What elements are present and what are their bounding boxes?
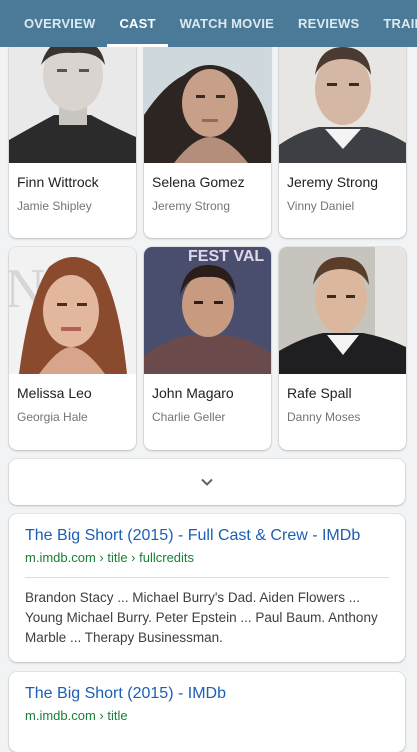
divider: [25, 577, 389, 578]
search-result: The Big Short (2015) - IMDb m.imdb.com ›…: [9, 672, 405, 752]
cast-row: Finn Wittrock Jamie Shipley Selena Gomez…: [9, 45, 409, 238]
cast-row: NC Melissa Leo Georgia Hale FEST VAL: [9, 247, 409, 450]
result-url: m.imdb.com › title: [25, 708, 128, 723]
actor-name: Selena Gomez: [152, 174, 245, 190]
actor-photo: NC: [9, 247, 136, 374]
tab-bar: OVERVIEW CAST WATCH MOVIE REVIEWS TRAILE…: [0, 0, 417, 47]
actor-name: Jeremy Strong: [287, 174, 379, 190]
cast-card[interactable]: Finn Wittrock Jamie Shipley: [9, 45, 136, 238]
character-name: Danny Moses: [287, 410, 361, 424]
expand-cast-button[interactable]: [9, 459, 405, 505]
result-title-link[interactable]: The Big Short (2015) - IMDb: [25, 685, 389, 703]
cast-card[interactable]: NC Melissa Leo Georgia Hale: [9, 247, 136, 450]
result-url: m.imdb.com › title › fullcredits: [25, 550, 195, 565]
chevron-down-icon: [201, 478, 213, 486]
cast-card[interactable]: Rafe Spall Danny Moses: [279, 247, 406, 450]
character-name: Charlie Geller: [152, 410, 226, 424]
actor-photo: FEST VAL: [144, 247, 271, 374]
tab-trailers[interactable]: TRAILERS: [371, 0, 417, 47]
character-name: Jeremy Strong: [152, 199, 231, 213]
cast-card[interactable]: FEST VAL John Magaro Charlie Geller: [144, 247, 271, 450]
actor-name: Finn Wittrock: [17, 174, 99, 190]
tab-reviews[interactable]: REVIEWS: [286, 0, 371, 47]
actor-name: John Magaro: [152, 385, 234, 401]
actor-photo: [144, 45, 271, 163]
actor-photo: [9, 45, 136, 163]
cast-card[interactable]: Jeremy Strong Vinny Daniel: [279, 45, 406, 238]
result-title-link[interactable]: The Big Short (2015) - Full Cast & Crew …: [25, 527, 389, 545]
actor-name: Melissa Leo: [17, 385, 92, 401]
result-snippet: Brandon Stacy ... Michael Burry's Dad. A…: [25, 590, 378, 645]
svg-text:FEST VAL: FEST VAL: [188, 248, 264, 265]
tab-cast[interactable]: CAST: [107, 0, 168, 47]
actor-photo: [279, 45, 406, 163]
character-name: Vinny Daniel: [287, 199, 355, 213]
actor-name: Rafe Spall: [287, 385, 352, 401]
character-name: Jamie Shipley: [17, 199, 92, 213]
search-result: The Big Short (2015) - Full Cast & Crew …: [9, 514, 405, 662]
cast-card[interactable]: Selena Gomez Jeremy Strong: [144, 45, 271, 238]
tab-watch-movie[interactable]: WATCH MOVIE: [168, 0, 286, 47]
character-name: Georgia Hale: [17, 410, 88, 424]
actor-photo: [279, 247, 406, 374]
tab-overview[interactable]: OVERVIEW: [0, 0, 107, 47]
